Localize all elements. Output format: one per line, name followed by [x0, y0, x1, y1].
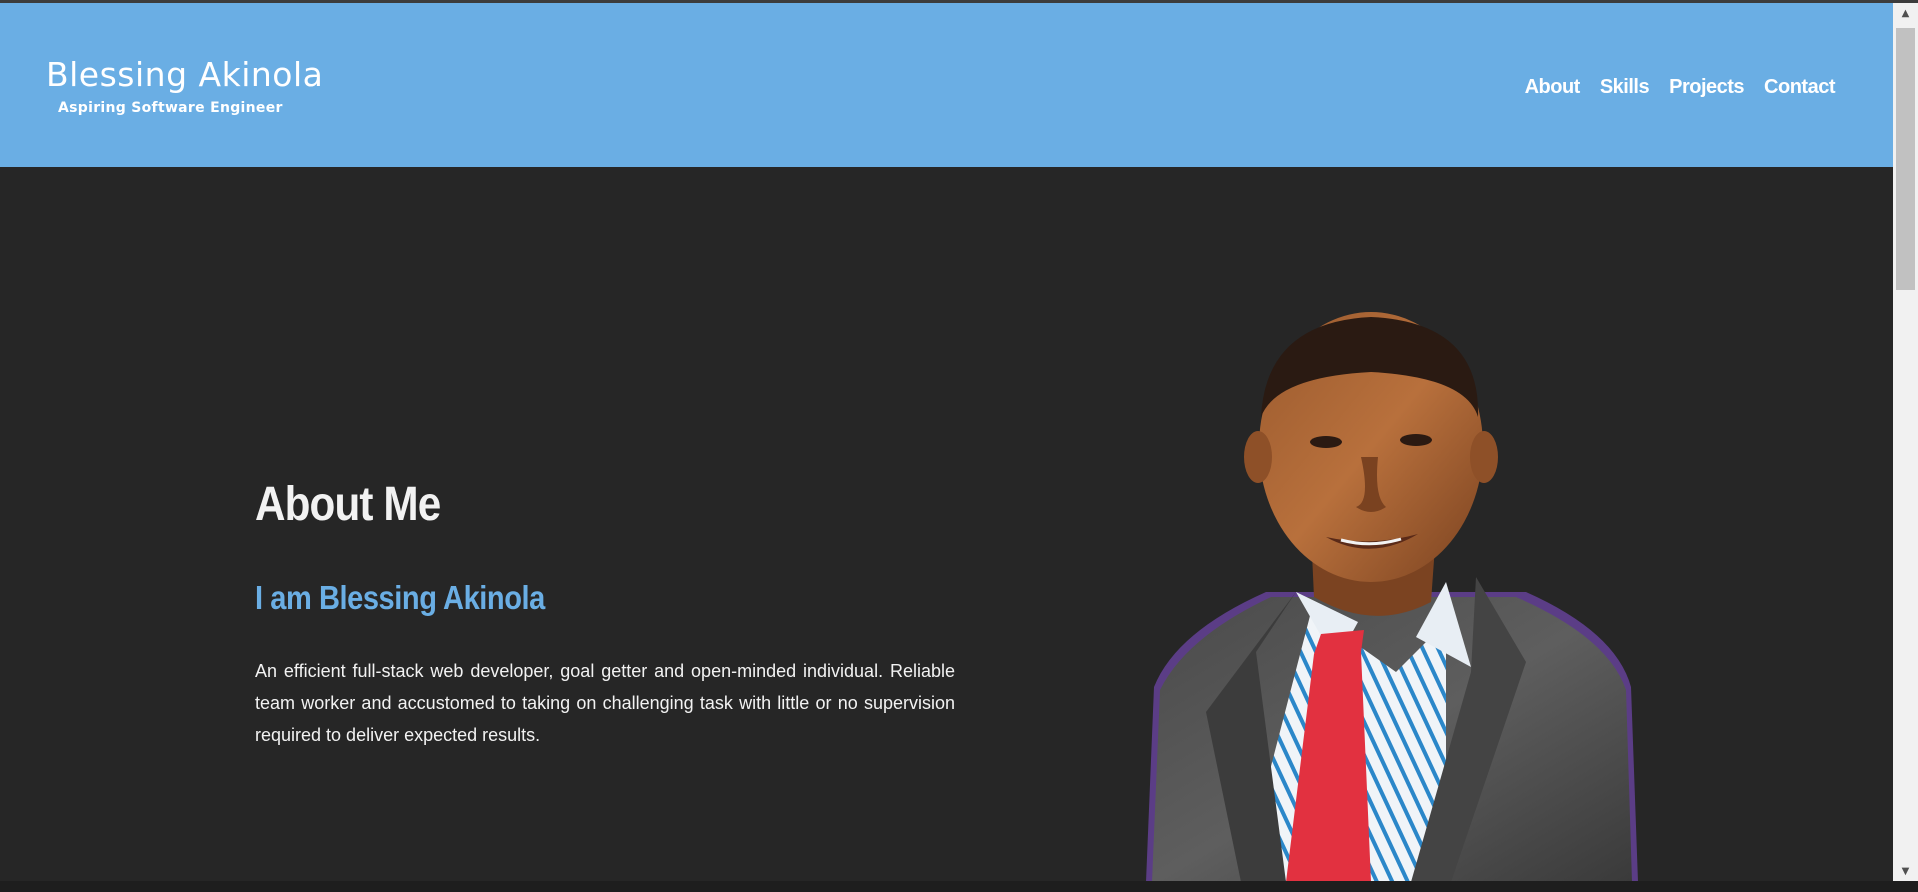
- nav-link-projects[interactable]: Projects: [1669, 76, 1744, 99]
- site-header: Blessing Akinola Aspiring Software Engin…: [0, 3, 1893, 167]
- brand-tagline: Aspiring Software Engineer: [58, 100, 283, 116]
- about-section: About Me I am Blessing Akinola An effici…: [0, 167, 1893, 881]
- window-bottom-border: [0, 881, 1918, 892]
- scrollbar-thumb[interactable]: [1896, 28, 1915, 290]
- about-description: An efficient full-stack web developer, g…: [255, 661, 955, 745]
- about-subtitle: I am Blessing Akinola: [255, 579, 545, 616]
- about-title: About Me: [255, 478, 441, 531]
- nav-link-contact[interactable]: Contact: [1764, 76, 1835, 99]
- main-nav: About Skills Projects Contact: [1525, 76, 1836, 99]
- brand-name[interactable]: Blessing Akinola: [46, 55, 323, 94]
- chevron-up-icon[interactable]: ▲: [1893, 3, 1918, 23]
- profile-photo: [1146, 312, 1638, 881]
- nav-link-about[interactable]: About: [1525, 76, 1581, 99]
- page-scrollbar[interactable]: ▲ ▼: [1893, 3, 1918, 881]
- chevron-down-icon[interactable]: ▼: [1893, 861, 1918, 881]
- nav-link-skills[interactable]: Skills: [1600, 76, 1650, 99]
